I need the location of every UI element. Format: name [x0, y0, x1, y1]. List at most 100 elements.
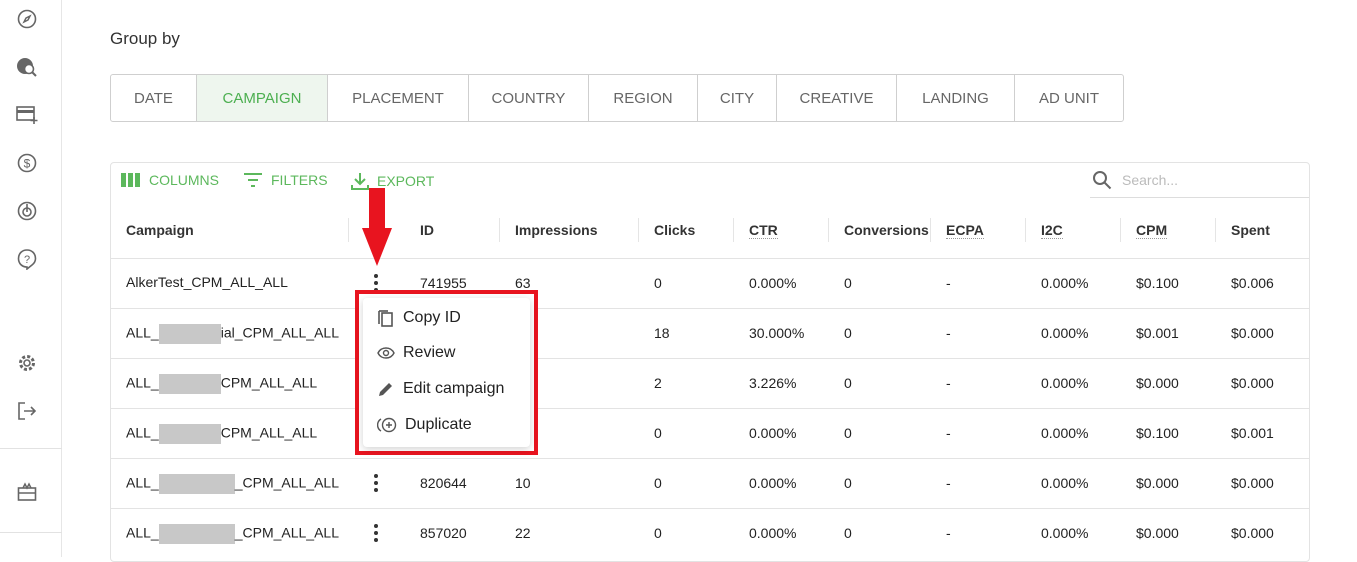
column-header-clicks[interactable]: Clicks: [654, 222, 695, 238]
campaign-name-suffix: CPM_ALL_ALL: [220, 424, 318, 441]
row-divider: [111, 408, 1309, 409]
clicks-cell: 0: [654, 475, 662, 491]
column-separator: [1215, 218, 1216, 242]
i2c-cell: 0.000%: [1041, 475, 1089, 491]
compass-icon[interactable]: [16, 8, 38, 30]
tab-region[interactable]: REGION: [589, 75, 698, 121]
spent-cell: $0.000: [1231, 375, 1274, 391]
conv-cell: 0: [844, 275, 852, 291]
i2c-cell: 0.000%: [1041, 525, 1089, 541]
column-header-ctr[interactable]: CTR: [749, 222, 778, 239]
column-header-impressions[interactable]: Impressions: [515, 222, 597, 238]
imp-cell: 10: [515, 475, 531, 491]
cpm-cell: $0.000: [1136, 475, 1179, 491]
menu-item-edit-campaign[interactable]: Edit campaign: [377, 380, 504, 398]
column-separator: [499, 218, 500, 242]
menu-item-duplicate[interactable]: Duplicate: [377, 416, 472, 434]
ctr-cell: 0.000%: [749, 425, 797, 441]
clicks-cell: 18: [654, 325, 670, 341]
column-header-campaign[interactable]: Campaign: [126, 222, 194, 238]
campaign-name-cell: AlkerTest_CPM_ALL_ALL: [126, 274, 288, 290]
tab-campaign[interactable]: CAMPAIGN: [197, 75, 328, 121]
menu-item-label: Duplicate: [405, 416, 472, 433]
logout-icon[interactable]: [16, 400, 38, 422]
i2c-cell: 0.000%: [1041, 275, 1089, 291]
radar-icon[interactable]: [16, 200, 38, 222]
column-header-ecpa[interactable]: ECPA: [946, 222, 984, 239]
menu-item-copy-id[interactable]: Copy ID: [377, 308, 461, 328]
conv-cell: 0: [844, 425, 852, 441]
pencil-icon: [379, 383, 392, 396]
column-header-cpm[interactable]: CPM: [1136, 222, 1168, 239]
imp-cell: 22: [515, 525, 531, 541]
column-separator: [348, 218, 349, 242]
conv-cell: 0: [844, 525, 852, 541]
duplicate-icon: [377, 417, 397, 433]
tab-ad-unit[interactable]: AD UNIT: [1015, 75, 1123, 121]
tab-placement[interactable]: PLACEMENT: [328, 75, 469, 121]
gift-icon[interactable]: [16, 481, 38, 503]
cpm-cell: $0.000: [1136, 525, 1179, 541]
column-separator: [1025, 218, 1026, 242]
eye-icon: [377, 347, 395, 359]
filter-icon: [244, 173, 262, 187]
report-table-panel: [110, 162, 1310, 562]
conv-cell: 0: [844, 475, 852, 491]
globe-search-icon[interactable]: [16, 56, 38, 78]
campaign-name-cell: ALL_ _CPM_ALL_ALL: [126, 474, 339, 494]
columns-label: COLUMNS: [149, 172, 220, 188]
conv-cell: 0: [844, 325, 852, 341]
menu-item-label: Edit campaign: [403, 380, 505, 397]
tab-creative[interactable]: CREATIVE: [777, 75, 897, 121]
column-header-conversions[interactable]: Conversions: [844, 222, 929, 238]
campaign-name-cell: ALL_ CPM_ALL_ALL: [126, 424, 317, 444]
svg-text:$: $: [24, 157, 31, 171]
ecpa-cell: -: [946, 525, 951, 541]
ctr-cell: 0.000%: [749, 475, 797, 491]
campaign-name-cell: ALL_ _CPM_ALL_ALL: [126, 524, 339, 544]
filters-button[interactable]: FILTERS: [243, 172, 328, 188]
help-icon[interactable]: ?: [16, 248, 38, 270]
dollar-icon[interactable]: $: [16, 152, 38, 174]
columns-button[interactable]: COLUMNS: [121, 172, 219, 188]
clicks-cell: 0: [654, 275, 662, 291]
settings-gear-icon[interactable]: [16, 352, 38, 374]
id-cell: 741955: [420, 275, 467, 291]
red-arrow-annotation: [362, 188, 392, 266]
tab-city[interactable]: CITY: [698, 75, 777, 121]
tab-date[interactable]: DATE: [111, 75, 197, 121]
column-header-i2c[interactable]: I2C: [1041, 222, 1063, 239]
spent-cell: $0.000: [1231, 475, 1274, 491]
campaign-name-cell: ALL_ ial_CPM_ALL_ALL: [126, 324, 339, 344]
column-header-spent[interactable]: Spent: [1231, 222, 1270, 238]
cpm-cell: $0.100: [1136, 275, 1179, 291]
row-divider: [111, 258, 1309, 259]
row-actions-menu-button[interactable]: [370, 523, 382, 543]
menu-item-label: Copy ID: [403, 309, 461, 326]
ctr-cell: 0.000%: [749, 525, 797, 541]
i2c-cell: 0.000%: [1041, 375, 1089, 391]
redacted-text: [158, 524, 235, 544]
search-input[interactable]: [1122, 172, 1292, 188]
menu-item-review[interactable]: Review: [377, 344, 455, 362]
ecpa-cell: -: [946, 375, 951, 391]
svg-text:?: ?: [24, 254, 30, 266]
ecpa-cell: -: [946, 325, 951, 341]
column-header-id[interactable]: ID: [420, 222, 434, 238]
cpm-cell: $0.000: [1136, 375, 1179, 391]
ctr-cell: 3.226%: [749, 375, 797, 391]
column-separator: [638, 218, 639, 242]
redacted-text: [158, 324, 221, 344]
divider: [0, 448, 62, 449]
row-actions-menu-button[interactable]: [370, 473, 382, 493]
group-by-tabs: DATE CAMPAIGN PLACEMENT COUNTRY REGION C…: [110, 74, 1124, 122]
tab-landing[interactable]: LANDING: [897, 75, 1015, 121]
id-cell: 857020: [420, 525, 467, 541]
card-add-icon[interactable]: [16, 104, 38, 126]
tab-country[interactable]: COUNTRY: [469, 75, 589, 121]
campaign-name-suffix: _CPM_ALL_ALL: [234, 524, 339, 541]
cpm-cell: $0.100: [1136, 425, 1179, 441]
spent-cell: $0.001: [1231, 425, 1274, 441]
menu-item-label: Review: [403, 344, 456, 361]
ecpa-cell: -: [946, 425, 951, 441]
